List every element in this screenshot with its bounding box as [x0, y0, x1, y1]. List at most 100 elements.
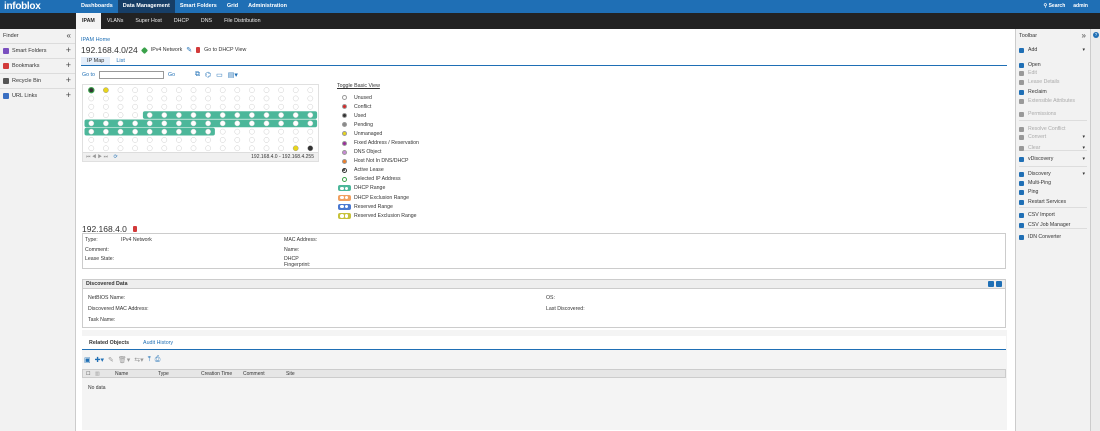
ip-address-cell[interactable] — [292, 137, 299, 143]
ip-address-cell[interactable] — [88, 103, 95, 110]
add-icon[interactable]: + — [66, 90, 71, 100]
dhcp-view-link[interactable]: Go to DHCP View — [204, 47, 246, 53]
ip-address-cell[interactable] — [249, 137, 255, 143]
nav-smart-folders[interactable]: Smart Folders — [175, 0, 222, 13]
ip-address-cell[interactable] — [219, 95, 226, 102]
ip-address-cell[interactable] — [205, 95, 211, 102]
ip-address-cell[interactable] — [234, 145, 241, 152]
ip-address-cell[interactable] — [190, 95, 197, 102]
finder-item-smart-folders[interactable]: Smart Folders + — [0, 43, 75, 58]
export-icon[interactable]: ⤒ — [148, 356, 151, 364]
ip-address-cell[interactable] — [146, 87, 153, 93]
bookmark-icon[interactable] — [132, 226, 137, 232]
ip-address-cell[interactable] — [161, 137, 168, 143]
ip-address-cell[interactable] — [234, 87, 241, 93]
ip-address-cell[interactable] — [176, 112, 182, 118]
ip-address-cell[interactable] — [161, 112, 168, 118]
delete-icon[interactable]: 🗑▾ — [118, 356, 130, 364]
ip-address-cell[interactable] — [132, 95, 138, 102]
nav-dashboards[interactable]: Dashboards — [76, 0, 118, 13]
ip-address-cell[interactable] — [219, 145, 226, 152]
ip-address-cell[interactable] — [146, 120, 153, 127]
ip-address-cell[interactable] — [132, 112, 138, 118]
ip-address-cell[interactable] — [103, 145, 109, 152]
ip-address-cell[interactable] — [278, 87, 284, 93]
ip-address-cell[interactable] — [117, 95, 124, 102]
ip-address-cell[interactable] — [190, 137, 197, 143]
ip-address-cell[interactable] — [278, 128, 284, 135]
edit-icon[interactable]: ✎ — [186, 46, 192, 54]
toggle-basic-view[interactable]: Toggle Basic View — [337, 83, 419, 89]
ip-address-cell[interactable] — [278, 95, 284, 102]
ip-address-cell[interactable] — [190, 128, 197, 135]
ip-address-cell[interactable] — [278, 103, 284, 110]
ip-address-cell[interactable] — [161, 145, 168, 152]
column-creation-time[interactable]: Creation Time — [201, 371, 232, 377]
nav-administration[interactable]: Administration — [243, 0, 292, 13]
view-options-icon[interactable]: ▤▾ — [228, 71, 238, 79]
column-site[interactable]: Site — [286, 371, 295, 377]
ip-address-cell[interactable] — [263, 128, 270, 135]
toolbar-restart-services[interactable]: Restart Services — [1019, 199, 1087, 205]
ip-address-cell[interactable] — [307, 112, 314, 118]
ip-address-cell[interactable] — [292, 87, 299, 93]
ip-address-cell[interactable] — [176, 95, 182, 102]
ip-address-cell[interactable] — [103, 103, 109, 110]
ip-address-cell[interactable] — [205, 145, 211, 152]
ip-address-cell[interactable] — [103, 95, 109, 102]
ip-address-cell[interactable] — [249, 87, 255, 93]
ip-address-cell[interactable] — [190, 103, 197, 110]
ip-address-cell[interactable] — [205, 103, 211, 110]
ip-address-cell[interactable] — [249, 95, 255, 102]
go-button[interactable]: Go — [168, 72, 175, 78]
ip-address-cell[interactable] — [117, 145, 124, 152]
ip-address-cell[interactable] — [88, 145, 95, 152]
ip-address-cell[interactable] — [263, 95, 270, 102]
ip-address-cell[interactable] — [132, 137, 138, 143]
ip-address-cell[interactable] — [88, 128, 95, 135]
ip-address-cell[interactable] — [146, 137, 153, 143]
tab-dns[interactable]: DNS — [195, 13, 218, 29]
first-page-icon[interactable]: ⏮ ◀ ▶ ⏭ — [86, 154, 108, 160]
finder-item-recycle-bin[interactable]: Recycle Bin + — [0, 73, 75, 88]
select-all-checkbox[interactable]: ☐ — [86, 371, 90, 377]
toolbar-discovery[interactable]: Discovery ▾ — [1019, 171, 1087, 177]
ip-address-cell[interactable] — [146, 103, 153, 110]
ip-address-cell[interactable] — [292, 95, 299, 102]
ip-address-cell[interactable] — [307, 120, 314, 127]
ip-address-cell[interactable] — [132, 120, 138, 127]
ip-address-cell[interactable] — [190, 145, 197, 152]
collapse-icon[interactable] — [996, 281, 1002, 287]
ip-address-cell[interactable] — [88, 112, 95, 118]
ip-address-cell[interactable] — [190, 112, 197, 118]
ip-address-cell[interactable] — [176, 103, 182, 110]
ip-address-cell[interactable] — [278, 120, 284, 127]
ip-address-cell[interactable] — [88, 86, 95, 94]
toolbar-lease-details[interactable]: Lease Details — [1019, 79, 1087, 85]
ip-address-cell[interactable] — [292, 120, 299, 127]
ip-address-cell[interactable] — [307, 95, 314, 102]
toolbar-csv-job-manager[interactable]: CSV Job Manager — [1019, 222, 1087, 228]
ip-address-cell[interactable] — [205, 128, 211, 135]
nav-grid[interactable]: Grid — [222, 0, 243, 13]
column-comment[interactable]: Comment — [243, 371, 265, 377]
collapse-icon[interactable]: » — [1082, 31, 1086, 40]
ip-address-cell[interactable] — [132, 103, 138, 110]
edit-icon[interactable]: ✎ — [108, 356, 114, 364]
toolbar-extensible-attributes[interactable]: Extensible Attributes — [1019, 98, 1087, 104]
ip-address-cell[interactable] — [117, 112, 124, 118]
ip-address-cell[interactable] — [278, 137, 284, 143]
tab-list[interactable]: List — [110, 57, 131, 65]
ip-address-cell[interactable] — [234, 112, 241, 118]
tab-dhcp[interactable]: DHCP — [168, 13, 195, 29]
user-menu[interactable]: admin — [1073, 0, 1088, 13]
ip-address-cell[interactable] — [307, 87, 314, 93]
ip-address-cell[interactable] — [307, 137, 314, 143]
column-name[interactable]: Name — [115, 371, 128, 377]
ip-address-cell[interactable] — [103, 120, 109, 127]
ip-address-cell[interactable] — [176, 87, 182, 93]
ip-address-cell[interactable] — [176, 145, 182, 152]
ip-address-cell[interactable] — [205, 87, 211, 93]
help-icon[interactable]: ? — [1093, 32, 1099, 38]
toolbar-resolve-conflict[interactable]: Resolve Conflict — [1019, 126, 1087, 132]
